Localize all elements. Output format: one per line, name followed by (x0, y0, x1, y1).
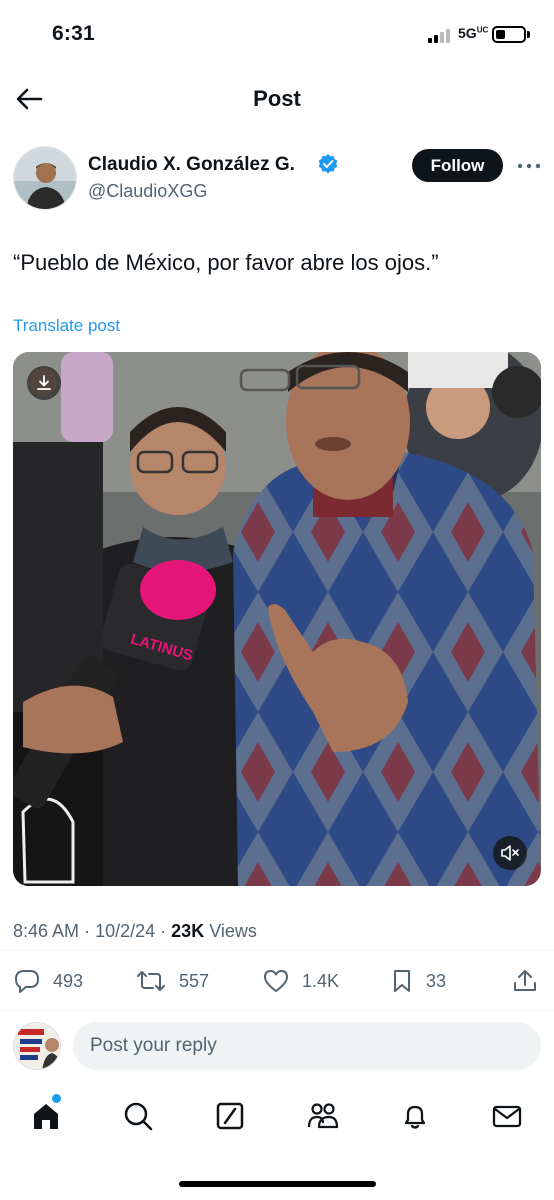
repost-count: 557 (179, 970, 210, 991)
tab-messages[interactable] (487, 1096, 527, 1136)
like-button[interactable]: 1.4K (262, 958, 339, 1004)
author-handle[interactable]: @ClaudioXGG (88, 181, 207, 202)
tab-search[interactable] (118, 1096, 158, 1136)
divider (0, 950, 554, 951)
communities-icon (307, 1103, 339, 1129)
share-icon (514, 970, 536, 991)
messages-icon (492, 1105, 522, 1128)
meta-separator: · (84, 921, 91, 941)
repost-icon (137, 971, 165, 991)
video-frame: LATINUS (13, 352, 541, 886)
reply-count: 493 (53, 970, 84, 991)
notifications-icon (404, 1105, 426, 1129)
battery-tip (527, 31, 530, 38)
status-time: 6:31 (52, 22, 95, 45)
bookmark-button[interactable]: 33 (390, 958, 446, 1004)
post-video[interactable]: LATINUS (13, 352, 541, 886)
user-avatar[interactable] (13, 1022, 61, 1070)
bookmark-count: 33 (426, 970, 447, 991)
tab-notifications[interactable] (395, 1096, 435, 1136)
views-label: Views (209, 921, 257, 941)
post-text: “Pueblo de México, por favor abre los oj… (13, 250, 439, 275)
post-time: 8:46 AM (13, 921, 80, 941)
author-avatar[interactable] (13, 146, 77, 210)
post-actions: 493 557 1.4K 33 (0, 958, 554, 1004)
repost-button[interactable]: 557 (135, 958, 209, 1004)
reply-button[interactable]: 493 (13, 958, 83, 1004)
home-icon (34, 1104, 58, 1129)
tab-communities[interactable] (303, 1096, 343, 1136)
page-title: Post (253, 86, 301, 111)
signal-strength-icon (428, 28, 454, 43)
post-header: Post (0, 72, 554, 124)
post-meta: 8:46 AM · 10/2/24 · 23K Views (13, 921, 257, 942)
views-count: 23K (171, 921, 205, 941)
unread-dot (52, 1094, 61, 1103)
download-icon (37, 375, 51, 390)
mute-button[interactable] (493, 836, 527, 870)
translate-post-link[interactable]: Translate post (13, 316, 120, 336)
grok-icon (216, 1102, 244, 1130)
more-horizontal-icon (517, 163, 541, 169)
battery-icon (492, 26, 526, 43)
tab-grok[interactable] (210, 1096, 250, 1136)
more-options-button[interactable] (516, 154, 542, 178)
like-count: 1.4K (302, 970, 340, 991)
home-indicator (179, 1181, 376, 1187)
verified-badge-icon (318, 154, 338, 174)
reply-input[interactable] (73, 1022, 541, 1070)
download-video-button[interactable] (27, 366, 61, 400)
meta-separator: · (160, 921, 167, 941)
network-type: 5GUC (458, 25, 489, 41)
status-bar: 6:31 5GUC (0, 0, 554, 70)
search-icon (124, 1102, 153, 1131)
share-button[interactable] (512, 958, 550, 1004)
post-date: 10/2/24 (95, 921, 156, 941)
author-name[interactable]: Claudio X. González G. (88, 154, 295, 176)
volume-muted-icon (501, 845, 519, 861)
tab-home[interactable] (26, 1096, 66, 1136)
divider (0, 1010, 554, 1011)
bookmark-icon (394, 970, 410, 992)
follow-button[interactable]: Follow (412, 149, 503, 182)
heart-icon (264, 970, 288, 992)
reply-icon (15, 970, 39, 993)
